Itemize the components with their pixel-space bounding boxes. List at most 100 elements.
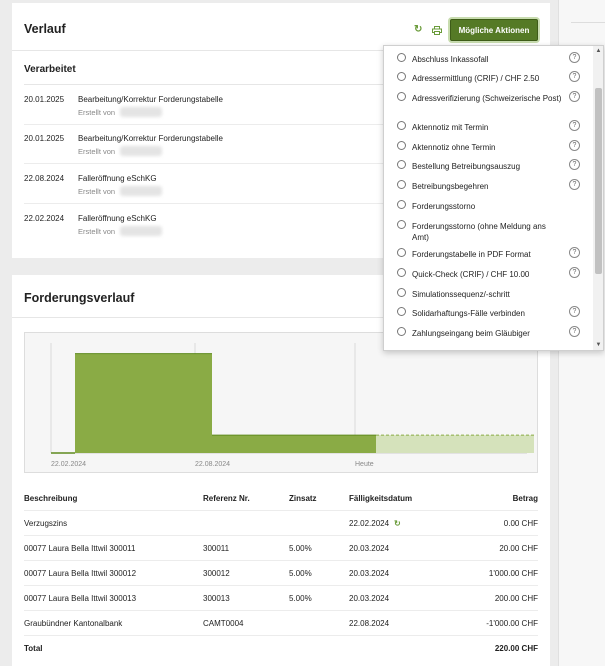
action-label: Aktennotiz mit Termin (412, 123, 489, 132)
radio-button[interactable] (397, 180, 406, 189)
help-icon[interactable]: ? (569, 326, 580, 337)
moegliche-aktionen-dropdown: Abschluss Inkassofall ? Adressermittlung… (383, 45, 604, 351)
projected-area (376, 435, 534, 453)
action-label: Bestellung Betreibungsauszug (412, 162, 521, 171)
cell-zinsatz: 5.00% (289, 569, 312, 578)
radio-button[interactable] (397, 200, 406, 209)
area-segment (212, 435, 376, 453)
action-label: Quick-Check (CRIF) / CHF 10.00 (412, 270, 530, 279)
radio-button[interactable] (397, 121, 406, 130)
entry-created-by: Erstellt von (78, 227, 116, 236)
cell-referenz: CAMT0004 (203, 619, 244, 628)
action-label: Forderungsstorno (412, 202, 476, 211)
total-betrag: 220.00 CHF (494, 644, 538, 653)
help-icon[interactable]: ? (569, 247, 580, 258)
cell-referenz: 300012 (203, 569, 230, 578)
help-icon[interactable]: ? (569, 140, 580, 151)
action-label: Adressermittlung (CRIF) / CHF 2.50 (412, 74, 540, 83)
column-header-faelligkeitsdatum[interactable]: Fälligkeitsdatum (349, 494, 412, 503)
cell-zinsatz: 5.00% (289, 594, 312, 603)
entry-title: Falleröffnung eSchKG (78, 174, 157, 183)
dropdown-scrollbar[interactable]: ▲ ▼ (593, 46, 603, 350)
panel-divider (571, 22, 605, 23)
radio-button[interactable] (397, 53, 406, 62)
x-tick-label: 22.02.2024 (51, 461, 86, 468)
scroll-down-arrow-icon[interactable]: ▼ (593, 340, 603, 350)
help-icon[interactable]: ? (569, 306, 580, 317)
entry-created-by: Erstellt von (78, 108, 116, 117)
help-icon[interactable]: ? (569, 159, 580, 170)
redacted-author (120, 146, 162, 156)
entry-title: Bearbeitung/Korrektur Forderungstabelle (78, 134, 223, 143)
entry-date: 22.02.2024 (24, 214, 65, 223)
verarbeitet-heading: Verarbeitet (24, 64, 76, 75)
x-tick-label: 22.08.2024 (195, 461, 230, 468)
radio-button[interactable] (397, 160, 406, 169)
area-segment (75, 353, 212, 453)
chart-svg: 22.02.2024 22.08.2024 Heute (50, 343, 534, 468)
action-label: Betreibungsbegehren (412, 182, 489, 191)
table-row: Verzugszins 22.02.2024 ↻ 0.00 CHF (24, 510, 538, 535)
cell-datum: 20.03.2024 (349, 594, 390, 603)
radio-button[interactable] (397, 307, 406, 316)
printer-icon[interactable] (432, 26, 442, 35)
entry-created-by: Erstellt von (78, 147, 116, 156)
radio-button[interactable] (397, 268, 406, 277)
forderungsverlauf-title: Forderungsverlauf (24, 291, 135, 305)
entry-date: 20.01.2025 (24, 95, 65, 104)
scroll-up-arrow-icon[interactable]: ▲ (593, 46, 603, 56)
action-label: Abschluss Inkassofall (412, 55, 489, 64)
column-header-betrag[interactable]: Betrag (513, 494, 538, 503)
action-label: Forderungsstorno (ohne Meldung ans Amt) (412, 222, 546, 242)
scrollbar-thumb[interactable] (595, 88, 602, 274)
column-header-beschreibung[interactable]: Beschreibung (24, 494, 77, 503)
cell-beschreibung: 00077 Laura Bella Ittwil 300012 (24, 569, 137, 578)
refresh-icon[interactable]: ↻ (414, 24, 422, 35)
action-label: Aktennotiz ohne Termin (412, 143, 496, 152)
cell-zinsatz: 5.00% (289, 544, 312, 553)
entry-title: Bearbeitung/Korrektur Forderungstabelle (78, 95, 223, 104)
action-label: Forderungstabelle in PDF Format (412, 250, 531, 259)
radio-button[interactable] (397, 141, 406, 150)
redacted-author (120, 186, 162, 196)
entry-date: 20.01.2025 (24, 134, 65, 143)
help-icon[interactable]: ? (569, 91, 580, 102)
forderungsverlauf-chart: 22.02.2024 22.08.2024 Heute (24, 332, 538, 473)
table-row: 00077 Laura Bella Ittwil 300013 300013 5… (24, 585, 538, 610)
radio-button[interactable] (397, 248, 406, 257)
refresh-icon[interactable]: ↻ (394, 519, 401, 528)
radio-button[interactable] (397, 92, 406, 101)
cell-betrag: -1'000.00 CHF (486, 619, 538, 628)
cell-beschreibung: Verzugszins (24, 519, 68, 528)
column-header-referenz[interactable]: Referenz Nr. (203, 494, 250, 503)
help-icon[interactable]: ? (569, 52, 580, 63)
cell-datum: 22.08.2024 (349, 619, 390, 628)
help-icon[interactable]: ? (569, 267, 580, 278)
radio-button[interactable] (397, 220, 406, 229)
help-icon[interactable]: ? (569, 179, 580, 190)
help-icon[interactable]: ? (569, 120, 580, 131)
action-label: Simulationssequenz/-schritt (412, 290, 510, 299)
action-label: Solidarhaftungs-Fälle verbinden (412, 309, 525, 318)
radio-button[interactable] (397, 72, 406, 81)
help-icon[interactable]: ? (569, 71, 580, 82)
entry-created-by: Erstellt von (78, 187, 116, 196)
cell-beschreibung: Graubündner Kantonalbank (24, 619, 123, 628)
cell-betrag: 200.00 CHF (494, 594, 538, 603)
action-label: Zahlungseingang beim Gläubiger (412, 329, 530, 338)
radio-button[interactable] (397, 288, 406, 297)
table-row: 00077 Laura Bella Ittwil 300011 300011 5… (24, 535, 538, 560)
cell-betrag: 1'000.00 CHF (488, 569, 538, 578)
cell-referenz: 300013 (203, 594, 230, 603)
table-row: Graubündner Kantonalbank CAMT0004 22.08.… (24, 610, 538, 635)
column-header-zinsatz[interactable]: Zinsatz (289, 494, 317, 503)
verlauf-title: Verlauf (24, 22, 66, 36)
redacted-author (120, 107, 162, 117)
cell-datum-text: 22.02.2024 (349, 519, 390, 528)
cell-referenz: 300011 (203, 544, 230, 553)
radio-button[interactable] (397, 327, 406, 336)
cell-beschreibung: 00077 Laura Bella Ittwil 300013 (24, 594, 137, 603)
entry-date: 22.08.2024 (24, 174, 65, 183)
cell-betrag: 20.00 CHF (499, 544, 538, 553)
moegliche-aktionen-button[interactable]: Mögliche Aktionen (450, 19, 538, 41)
